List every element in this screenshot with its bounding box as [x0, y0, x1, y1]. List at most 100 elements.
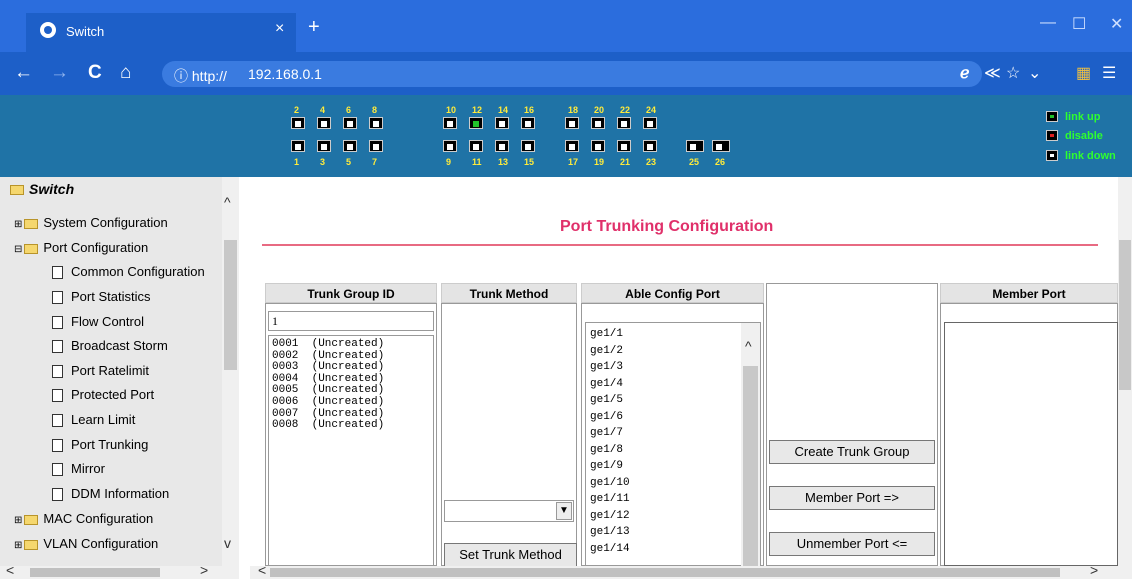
sidebar-hscroll-thumb[interactable]	[30, 568, 160, 577]
scroll-up-icon[interactable]: ^	[745, 338, 752, 354]
create-trunk-group-button[interactable]: Create Trunk Group	[769, 440, 935, 464]
legend-disable: disable	[1065, 130, 1103, 142]
sidebar-scrollbar[interactable]	[222, 177, 239, 566]
sidebar-item-port-configuration[interactable]: ⊟ Port Configuration	[14, 240, 148, 262]
port-1-icon[interactable]	[291, 140, 305, 152]
main-scroll-left-icon[interactable]: <	[258, 562, 266, 578]
member-port-list[interactable]	[944, 322, 1118, 566]
port-16-icon[interactable]	[521, 117, 535, 129]
port-5-icon[interactable]	[343, 140, 357, 152]
legend-link-up: link up	[1065, 111, 1101, 123]
sidebar-scroll-down-icon[interactable]: v	[224, 535, 231, 551]
sidebar-item-flow-control[interactable]: Flow Control	[52, 314, 144, 336]
port-number-13: 13	[498, 157, 509, 167]
sidebar-item-vlan-configuration[interactable]: ⊞ VLAN Configuration	[14, 536, 158, 558]
port-number-25: 25	[689, 157, 700, 167]
port-6-icon[interactable]	[343, 117, 357, 129]
tab-close-icon[interactable]: ×	[275, 20, 284, 38]
close-window-icon[interactable]: ✕	[1110, 14, 1123, 34]
sidebar-item-mac-configuration[interactable]: ⊞ MAC Configuration	[14, 511, 153, 533]
disable-legend-icon	[1046, 130, 1058, 141]
share-icon[interactable]: ≪	[984, 63, 1001, 83]
trunk-group-id-header: Trunk Group ID	[265, 283, 437, 303]
port-10-icon[interactable]	[443, 117, 457, 129]
able-port-scroll-thumb[interactable]	[743, 366, 758, 566]
port-number-22: 22	[620, 105, 631, 115]
sidebar-item-label: Port Trunking	[71, 437, 149, 452]
sidebar-item-port-ratelimit[interactable]: Port Ratelimit	[52, 363, 149, 385]
main-hscroll-thumb[interactable]	[270, 568, 1060, 577]
link-up-legend-icon	[1046, 111, 1058, 122]
chevron-down-icon[interactable]: ▼	[556, 502, 572, 520]
sidebar-item-mirror[interactable]: Mirror	[52, 461, 105, 483]
port-20-icon[interactable]	[591, 117, 605, 129]
sidebar-item-port-statistics[interactable]: Port Statistics	[52, 289, 150, 311]
port-7-icon[interactable]	[369, 140, 383, 152]
port-number-23: 23	[646, 157, 657, 167]
main-scroll-thumb[interactable]	[1119, 240, 1131, 390]
port-24-icon[interactable]	[643, 117, 657, 129]
page-icon	[52, 266, 63, 280]
reload-icon[interactable]: C	[88, 62, 102, 84]
port-12-icon[interactable]	[469, 117, 483, 129]
bookmark-dropdown-icon[interactable]: ⌄	[1028, 63, 1041, 83]
port-8-icon[interactable]	[369, 117, 383, 129]
port-13-icon[interactable]	[495, 140, 509, 152]
port-9-icon[interactable]	[443, 140, 457, 152]
port-number-4: 4	[320, 105, 326, 115]
sidebar-item-label: Learn Limit	[71, 412, 136, 427]
sidebar-item-label: Port Statistics	[71, 289, 151, 304]
port-18-icon[interactable]	[565, 117, 579, 129]
port-2-icon[interactable]	[291, 117, 305, 129]
back-icon[interactable]: ←	[14, 62, 33, 84]
trunk-id-input[interactable]: 1	[268, 311, 434, 331]
sidebar-item-port-trunking[interactable]: Port Trunking	[52, 437, 148, 459]
port-19-icon[interactable]	[591, 140, 605, 152]
port-22-icon[interactable]	[617, 117, 631, 129]
sidebar-item-learn-limit[interactable]: Learn Limit	[52, 412, 135, 434]
sidebar-item-label: MAC Configuration	[43, 511, 154, 526]
folder-icon	[24, 514, 39, 525]
page-icon	[52, 291, 63, 305]
ie-mode-icon[interactable]: ℯ	[960, 63, 969, 83]
unmember-port-button[interactable]: Unmember Port <=	[769, 532, 935, 556]
port-4-icon[interactable]	[317, 117, 331, 129]
port-14-icon[interactable]	[495, 117, 509, 129]
new-tab-button[interactable]: +	[308, 16, 320, 39]
scroll-left-icon[interactable]: <	[6, 562, 14, 578]
sidebar-root-label: Switch	[29, 181, 75, 197]
fiber-port-25-icon[interactable]	[686, 140, 704, 152]
maximize-icon[interactable]: ☐	[1072, 14, 1086, 34]
minimize-icon[interactable]: —	[1040, 14, 1056, 32]
sidebar-scroll-thumb[interactable]	[224, 240, 237, 370]
sidebar-item-system-configuration[interactable]: ⊞ System Configuration	[14, 215, 168, 237]
sidebar-item-label: DDM Information	[71, 486, 170, 501]
port-number-24: 24	[646, 105, 657, 115]
port-3-icon[interactable]	[317, 140, 331, 152]
page-icon	[52, 463, 63, 477]
sidebar-item-common-configuration[interactable]: Common Configuration	[52, 264, 205, 286]
menu-icon[interactable]: ☰	[1102, 63, 1116, 83]
sidebar-root[interactable]: Switch	[10, 181, 74, 203]
port-21-icon[interactable]	[617, 140, 631, 152]
extensions-icon[interactable]: ▦	[1076, 63, 1091, 83]
port-17-icon[interactable]	[565, 140, 579, 152]
bookmark-star-icon[interactable]: ☆	[1006, 63, 1020, 83]
sidebar-scroll-up-icon[interactable]: ^	[224, 194, 231, 210]
sidebar-item-label: Port Ratelimit	[71, 363, 150, 378]
forward-icon[interactable]: →	[50, 62, 69, 84]
home-icon[interactable]: ⌂	[120, 62, 131, 84]
member-port-button[interactable]: Member Port =>	[769, 486, 935, 510]
port-15-icon[interactable]	[521, 140, 535, 152]
sidebar-item-broadcast-storm[interactable]: Broadcast Storm	[52, 338, 168, 360]
sidebar-item-ddm-information[interactable]: DDM Information	[52, 486, 169, 508]
port-23-icon[interactable]	[643, 140, 657, 152]
port-number-11: 11	[472, 157, 482, 167]
sidebar-item-protected-port[interactable]: Protected Port	[52, 387, 154, 409]
trunk-method-select[interactable]	[444, 500, 574, 522]
set-trunk-method-button[interactable]: Set Trunk Method	[444, 543, 577, 567]
main-scroll-right-icon[interactable]: >	[1090, 562, 1098, 578]
scroll-right-icon[interactable]: >	[200, 562, 208, 578]
port-11-icon[interactable]	[469, 140, 483, 152]
fiber-port-26-icon[interactable]	[712, 140, 730, 152]
